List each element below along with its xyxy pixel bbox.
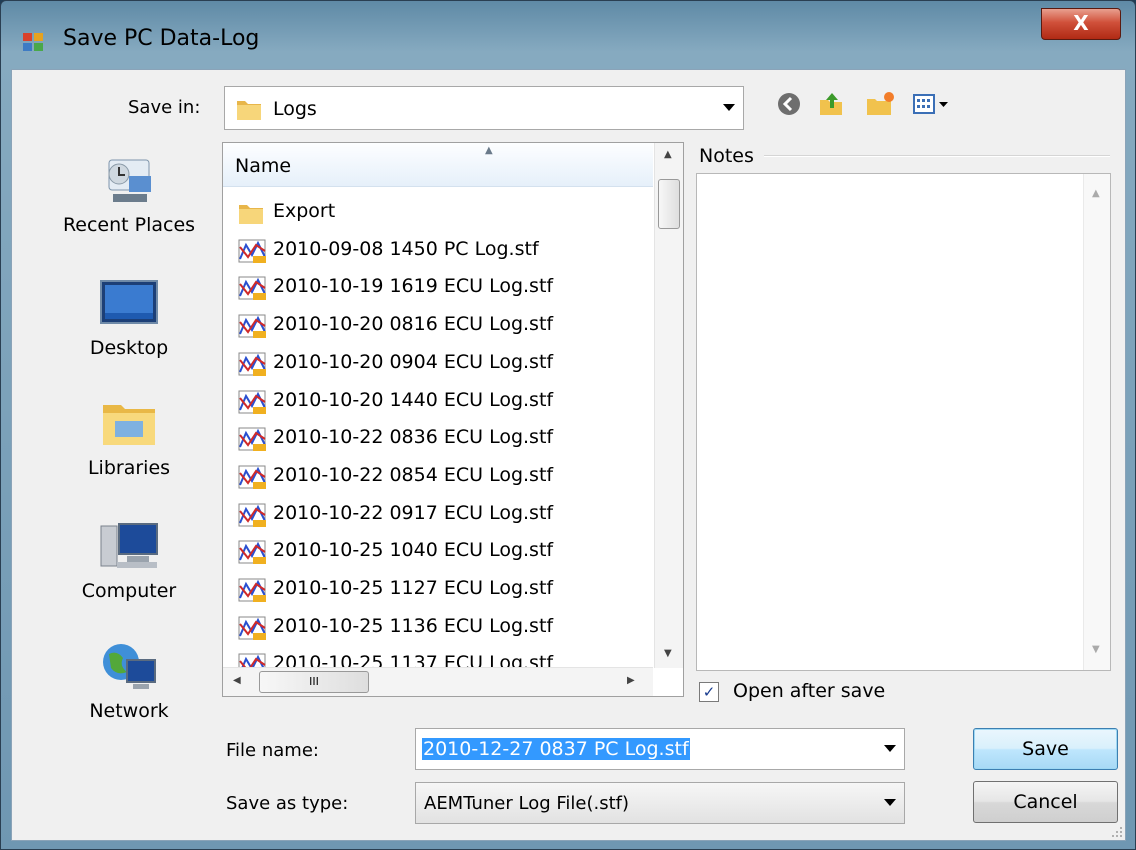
column-header-label: Name [235,155,292,177]
stf-file-icon [238,276,266,301]
back-icon[interactable] [776,91,802,117]
stf-file-icon [238,352,266,376]
dialog-client-area: Save in: Logs Recent Places Desktop Libr… [11,69,1126,841]
file-name-text: 2010-10-22 0854 ECU Log.stf [273,463,554,486]
horizontal-scroll-thumb[interactable]: III [259,671,369,693]
file-name-text: 2010-10-20 1440 ECU Log.stf [273,388,554,411]
network-icon [103,644,156,689]
column-header-name[interactable]: Name ▲ [223,143,653,187]
view-menu-button[interactable] [912,91,952,117]
file-name-text: 2010-10-25 1136 ECU Log.stf [273,614,554,637]
stf-file-icon [238,427,266,452]
place-label: Desktop [89,337,169,359]
file-name-text: 2010-10-20 0904 ECU Log.stf [273,350,554,373]
stf-file-icon [238,239,266,263]
scroll-up-icon[interactable]: ▲ [664,149,672,160]
stf-file-icon [238,390,266,414]
stf-file-icon [238,465,266,489]
resize-grip-icon[interactable] [1111,826,1123,838]
sort-ascending-icon: ▲ [485,145,493,156]
stf-file-icon [238,503,266,527]
chevron-down-icon[interactable] [723,104,735,111]
place-libraries[interactable]: Libraries [40,395,218,479]
view-menu-icon [913,94,948,114]
save-as-type-select[interactable]: AEMTuner Log File(.stf) [415,782,905,824]
save-in-combo[interactable]: Logs [224,86,744,130]
scroll-left-icon[interactable]: ◀ [233,675,241,686]
file-name-label: File name: [226,740,319,761]
file-name-text: 2010-10-19 1619 ECU Log.stf [273,275,554,298]
horizontal-scrollbar[interactable]: ◀ III ▶ [223,667,653,696]
scroll-up-icon[interactable]: ▲ [1092,188,1100,199]
scroll-right-icon[interactable]: ▶ [627,675,635,686]
file-name-combo[interactable]: 2010-12-27 0837 PC Log.stf [415,728,905,770]
close-icon: X [1073,11,1089,35]
up-folder-icon[interactable] [818,91,846,117]
vertical-scrollbar[interactable]: ▲ ▼ [654,143,683,668]
save-as-type-label: Save as type: [226,793,349,814]
notes-label: Notes [699,145,754,167]
checkmark-icon: ✓ [702,683,716,701]
cancel-button[interactable]: Cancel [973,781,1118,823]
file-name-text: 2010-10-22 0836 ECU Log.stf [273,426,554,449]
notes-divider [764,155,1110,157]
libraries-icon [103,405,155,445]
file-name-text: 2010-10-20 0816 ECU Log.stf [273,313,554,336]
place-desktop[interactable]: Desktop [40,275,218,359]
close-button[interactable]: X [1041,8,1121,40]
place-computer[interactable]: Computer [40,518,218,602]
places-bar: Recent Places Desktop Libraries Computer… [40,140,218,740]
notes-scrollbar[interactable]: ▲ ▼ [1083,174,1110,670]
save-button[interactable]: Save [973,728,1118,770]
desktop-icon [100,280,158,324]
vertical-scroll-thumb[interactable] [658,179,680,229]
notes-textarea[interactable]: ▲ ▼ [696,173,1111,671]
chevron-down-icon[interactable] [884,745,896,752]
window-title: Save PC Data-Log [63,26,260,51]
place-label: Recent Places [62,214,196,236]
scroll-down-icon[interactable]: ▼ [664,648,672,659]
file-name-input[interactable]: 2010-12-27 0837 PC Log.stf [422,738,690,760]
new-folder-icon[interactable] [865,91,895,117]
save-in-value: Logs [273,98,317,120]
folder-icon [237,101,261,120]
computer-icon [100,523,158,568]
stf-file-icon [238,314,266,339]
recent-places-icon [108,159,151,202]
place-label: Computer [81,580,177,602]
save-in-label: Save in: [128,97,201,118]
file-name-text: 2010-10-25 1127 ECU Log.stf [273,577,554,599]
open-after-save-checkbox[interactable]: ✓ [699,682,719,702]
stf-file-icon [238,578,266,602]
file-name-text: 2010-10-25 1040 ECU Log.stf [273,539,554,562]
save-dialog-window: Save PC Data-Log X Save in: Logs Recent … [0,0,1136,850]
stf-file-icon [238,616,266,640]
place-label: Network [89,700,169,722]
scroll-down-icon[interactable]: ▼ [1092,644,1100,655]
scroll-grip-icon: III [309,675,319,688]
file-list[interactable]: Name ▲ Export 2010-09-08 1450 PC Log.stf 2… [222,142,684,697]
file-name-text: 2010-09-08 1450 PC Log.stf [273,237,539,260]
folder-icon [239,205,263,224]
app-icon [23,33,43,51]
chevron-down-icon[interactable] [884,799,896,806]
open-after-save-label[interactable]: Open after save [733,680,885,702]
place-network[interactable]: Network [40,638,218,722]
file-name-text: 2010-10-22 0917 ECU Log.stf [273,501,554,524]
stf-file-icon [238,540,266,565]
place-recent-places[interactable]: Recent Places [40,152,218,236]
file-name-text: Export [273,200,336,222]
save-as-type-value: AEMTuner Log File(.stf) [424,793,630,814]
place-label: Libraries [87,457,171,479]
